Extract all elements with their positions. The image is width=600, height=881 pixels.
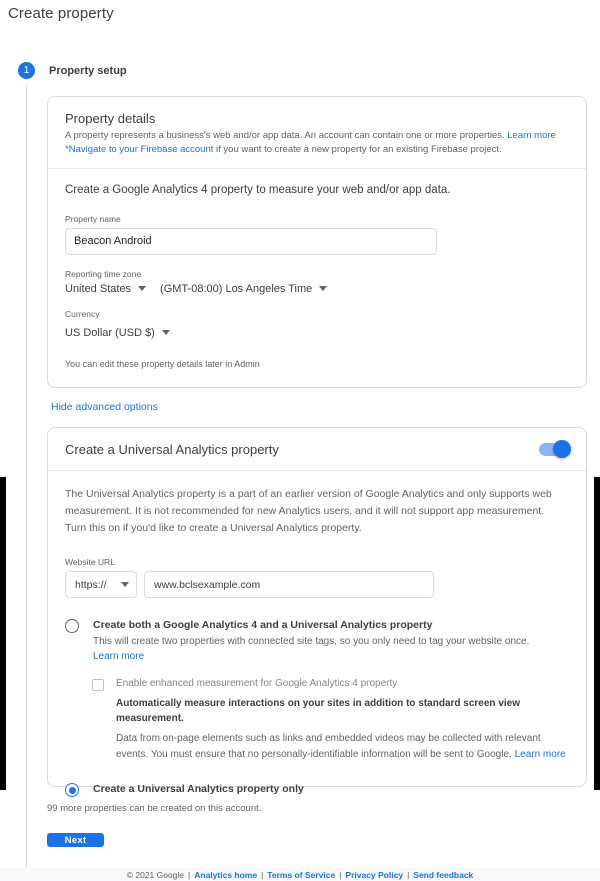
website-url-label: Website URL [65, 557, 115, 567]
chevron-down-icon [138, 286, 147, 292]
timezone-offset-value: (GMT-08:00) Los Angeles Time [160, 282, 313, 295]
property-name-label: Property name [65, 213, 121, 224]
footer-link-send-feedback[interactable]: Send feedback [413, 870, 473, 880]
currency-field-group: Currency US Dollar (USD $) [65, 309, 569, 341]
property-details-desc-part1: A property represents a business's web a… [65, 130, 508, 141]
step-label: Property setup [49, 64, 127, 77]
page-title: Create property [8, 5, 114, 22]
next-button[interactable]: Next [47, 833, 104, 847]
currency-value: US Dollar (USD $) [65, 326, 155, 339]
universal-analytics-header: Create a Universal Analytics property [48, 428, 586, 471]
option-create-both-learn-more-link[interactable]: Learn more [93, 651, 144, 662]
timezone-selects: United States (GMT-08:00) Los Angeles Ti… [65, 283, 569, 295]
protocol-value: https:// [75, 578, 107, 591]
enhanced-measurement-checkbox[interactable] [92, 679, 104, 692]
hide-advanced-options-link[interactable]: Hide advanced options [51, 401, 158, 413]
left-edge-bar [0, 477, 6, 790]
option-create-both-sub: This will create two properties with con… [93, 634, 571, 664]
currency-label: Currency [65, 308, 100, 319]
chevron-down-icon [319, 286, 328, 292]
property-type-radio-group: Create both a Google Analytics 4 and a U… [65, 618, 569, 798]
property-details-card: Property details A property represents a… [47, 96, 587, 388]
timezone-country-select[interactable]: United States [65, 282, 147, 295]
properties-remaining-note: 99 more properties can be created on thi… [47, 803, 262, 814]
option-create-both-text: Create both a Google Analytics 4 and a U… [93, 618, 571, 664]
option-create-both-title: Create both a Google Analytics 4 and a U… [93, 619, 433, 631]
website-url-row: https:// [65, 571, 569, 598]
radio-ua-only[interactable] [65, 783, 79, 798]
footer-copyright: © 2021 Google [126, 869, 185, 880]
step-rail [26, 84, 27, 874]
timezone-field-group: Reporting time zone United States (GMT-0… [65, 269, 569, 295]
universal-analytics-toggle[interactable] [539, 440, 571, 458]
currency-select[interactable]: US Dollar (USD $) [65, 327, 170, 339]
enhanced-measurement-label: Enable enhanced measurement for Google A… [116, 678, 398, 690]
enhanced-measurement-bold: Automatically measure interactions on yo… [116, 698, 520, 725]
timezone-offset-select[interactable]: (GMT-08:00) Los Angeles Time [160, 282, 328, 295]
option-create-both-sub-text: This will create two properties with con… [93, 636, 530, 648]
chevron-down-icon [121, 582, 129, 587]
page-footer: © 2021 Google | Analytics home | Terms o… [0, 868, 600, 881]
website-url-input[interactable] [144, 571, 434, 598]
property-name-input[interactable] [65, 227, 437, 255]
timezone-label: Reporting time zone [65, 268, 142, 279]
property-name-field-group: Property name [65, 214, 569, 255]
footer-separator: | [407, 869, 410, 880]
property-details-desc-part2: if you want to create a new property for… [213, 143, 502, 155]
enhanced-measurement-text: Enable enhanced measurement for Google A… [116, 677, 569, 762]
property-details-learn-more-link[interactable]: Learn more [507, 130, 556, 141]
footer-link-analytics-home[interactable]: Analytics home [194, 870, 257, 880]
universal-analytics-description: The Universal Analytics property is a pa… [65, 488, 552, 534]
timezone-country-value: United States [65, 282, 132, 295]
footer-separator: | [188, 869, 191, 880]
universal-analytics-body: The Universal Analytics property is a pa… [48, 471, 586, 798]
property-details-description: A property represents a business's web a… [65, 129, 569, 157]
property-details-heading: Property details [65, 111, 156, 126]
universal-analytics-heading: Create a Universal Analytics property [65, 441, 279, 457]
edit-later-hint: You can edit these property details late… [65, 358, 260, 369]
option-ua-only-text: Create a Universal Analytics property on… [93, 782, 304, 796]
footer-link-privacy-policy[interactable]: Privacy Policy [345, 870, 403, 880]
radio-create-both[interactable] [65, 619, 79, 633]
step-indicator: 1 Property setup [18, 62, 127, 79]
footer-separator: | [261, 869, 264, 880]
footer-separator: | [339, 869, 342, 880]
protocol-select[interactable]: https:// [65, 571, 137, 598]
chevron-down-icon [161, 330, 170, 336]
footer-link-terms-of-service[interactable]: Terms of Service [267, 870, 335, 880]
enhanced-measurement-desc-text: Data from on-page elements such as links… [116, 733, 541, 760]
option-create-both-row[interactable]: Create both a Google Analytics 4 and a U… [65, 618, 569, 664]
right-edge-bar [594, 477, 600, 790]
option-ua-only-title: Create a Universal Analytics property on… [93, 783, 304, 796]
create-property-page: Create property 1 Property setup Propert… [0, 0, 600, 881]
enhanced-measurement-desc: Data from on-page elements such as links… [116, 731, 569, 762]
option-ua-only-row[interactable]: Create a Universal Analytics property on… [65, 782, 569, 798]
step-number-badge: 1 [18, 62, 35, 79]
enhanced-measurement-learn-more-link[interactable]: Learn more [515, 749, 566, 760]
toggle-knob [553, 440, 571, 458]
enhanced-measurement-block: Enable enhanced measurement for Google A… [92, 677, 569, 762]
property-details-body: Create a Google Analytics 4 property to … [48, 169, 586, 369]
property-details-header: Property details A property represents a… [48, 97, 586, 169]
firebase-account-link[interactable]: *Navigate to your Firebase account [65, 144, 213, 155]
universal-analytics-card: Create a Universal Analytics property Th… [47, 427, 587, 798]
website-url-field-group: Website URL https:// [65, 557, 569, 598]
ga4-lead-text: Create a Google Analytics 4 property to … [65, 183, 451, 196]
